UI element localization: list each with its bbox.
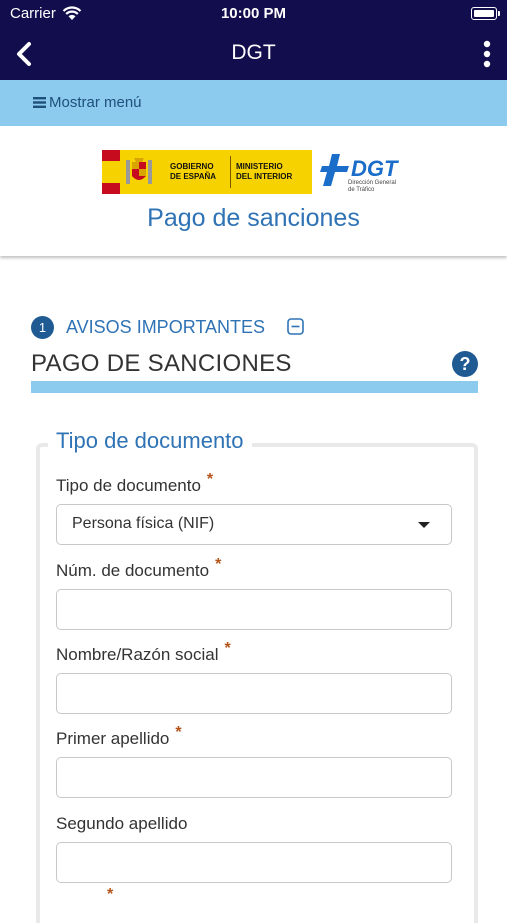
dgt-logo-name: DGT — [351, 156, 398, 181]
spain-flag-icon — [102, 150, 120, 194]
show-menu-bar[interactable]: Mostrar menú — [0, 80, 507, 126]
nav-title: DGT — [231, 41, 276, 64]
step-number-badge: 1 — [31, 316, 54, 339]
hamburger-menu-icon — [33, 97, 46, 108]
collapse-minus-icon[interactable] — [287, 318, 304, 335]
status-bar: Carrier 10:00 PM — [0, 0, 507, 28]
gobierno-label: GOBIERNO DE ESPAÑA — [170, 162, 217, 181]
ministerio-label: MINISTERIO DEL INTERIOR — [236, 162, 293, 181]
show-menu-label[interactable]: Mostrar menú — [49, 94, 142, 111]
tipo-documento-select[interactable]: Persona física (NIF) — [56, 504, 452, 545]
fieldset-legend: Tipo de documento — [48, 428, 252, 454]
required-asterisk: * — [107, 886, 114, 903]
coat-of-arms-icon — [126, 158, 152, 184]
page-header: GOBIERNO DE ESPAÑA MINISTERIO DEL INTERI… — [0, 126, 507, 256]
primer-apellido-input[interactable] — [56, 757, 452, 798]
clock: 10:00 PM — [220, 5, 287, 22]
gobierno-espana-logo: GOBIERNO DE ESPAÑA MINISTERIO DEL INTERI… — [102, 150, 312, 194]
required-asterisk: * — [215, 556, 222, 573]
step-label[interactable]: AVISOS IMPORTANTES — [66, 317, 265, 338]
more-options-icon[interactable] — [483, 40, 491, 68]
nav-bar: DGT — [0, 28, 507, 80]
field-label-num-documento: Núm. de documento * — [56, 556, 222, 580]
battery-icon — [471, 7, 500, 20]
select-value: Persona física (NIF) — [72, 515, 215, 532]
required-asterisk: * — [175, 724, 182, 741]
required-asterisk: * — [224, 640, 231, 657]
num-documento-input[interactable] — [56, 589, 452, 630]
dgt-mark-icon — [320, 154, 349, 186]
dgt-logo: DGT Dirección General de Tráfico — [318, 150, 410, 194]
caret-down-icon — [418, 522, 430, 528]
required-asterisk: * — [206, 471, 214, 488]
section-divider — [31, 381, 478, 393]
dgt-logo-subtitle: Dirección General de Tráfico — [348, 180, 397, 193]
field-label-tipo-documento: Tipo de documento * — [56, 471, 214, 495]
segundo-apellido-input[interactable] — [56, 842, 452, 883]
field-label-primer-apellido: Primer apellido * — [56, 724, 182, 748]
nombre-razon-social-input[interactable] — [56, 673, 452, 714]
page-title: Pago de sanciones — [147, 204, 360, 232]
field-label-nombre: Nombre/Razón social * — [56, 640, 231, 664]
field-label-segundo-apellido: Segundo apellido — [56, 814, 188, 833]
help-icon[interactable]: ? — [452, 351, 478, 377]
section-title: PAGO DE SANCIONES — [31, 350, 292, 377]
